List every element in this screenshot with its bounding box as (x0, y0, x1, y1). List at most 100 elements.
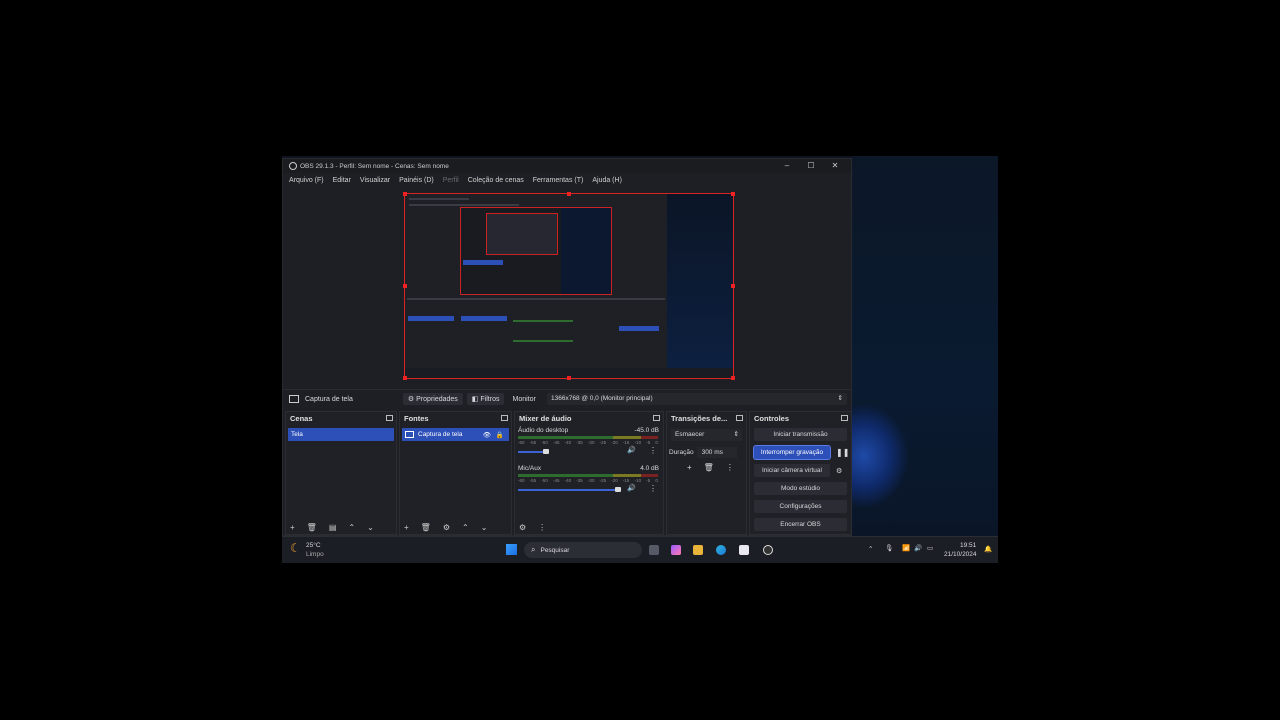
pause-icon[interactable]: ❚❚ (836, 448, 849, 457)
more-icon[interactable]: ⋮ (726, 463, 734, 472)
duration-value: 300 ms (701, 449, 723, 456)
volume-slider[interactable] (518, 451, 546, 453)
move-up-icon[interactable]: ⌃ (348, 523, 355, 532)
speaker-icon[interactable]: 🔊 (627, 484, 636, 492)
notification-icon[interactable]: 🔔 (984, 545, 992, 553)
obs-window: OBS 29.1.3 - Perfil: Sem nome - Cenas: S… (282, 158, 852, 536)
move-up-icon[interactable]: ⌃ (462, 523, 469, 532)
advanced-audio-icon[interactable]: ⚙ (519, 523, 526, 532)
store-icon[interactable] (739, 545, 749, 555)
properties-icon[interactable]: ▤ (329, 523, 337, 532)
resize-handle[interactable] (567, 192, 571, 196)
clock-date[interactable]: 21/10/2024 (944, 551, 977, 558)
start-icon[interactable] (506, 544, 517, 555)
microphone-icon[interactable]: 🎙 (885, 544, 893, 552)
speaker-icon[interactable]: 🔊 (627, 446, 636, 454)
transition-type: Esmaecer (675, 431, 705, 438)
resize-handle[interactable] (731, 192, 735, 196)
preview-area (283, 189, 851, 383)
source-selected: Captura de tela (289, 395, 353, 403)
move-down-icon[interactable]: ⌄ (481, 523, 488, 532)
properties-button[interactable]: ⚙ Propriedades (402, 393, 463, 405)
transition-select[interactable]: Esmaecer ⇕ (671, 429, 742, 441)
scene-tools: + 🗑 ▤ ⌃ ⌄ (290, 523, 386, 532)
start-streaming-button[interactable]: Iniciar transmissão (754, 428, 847, 441)
undock-icon[interactable] (501, 415, 508, 421)
volume-icon[interactable]: 🔊 (914, 544, 922, 552)
resize-handle[interactable] (403, 284, 407, 288)
window-title: OBS 29.1.3 - Perfil: Sem nome - Cenas: S… (300, 162, 449, 170)
exit-button[interactable]: Encerrar OBS (754, 518, 847, 531)
volume-slider-handle[interactable] (543, 449, 549, 454)
channel-name: Áudio do desktop (518, 427, 569, 434)
add-icon[interactable]: + (687, 463, 692, 472)
copilot-icon[interactable] (671, 545, 681, 555)
resize-handle[interactable] (731, 284, 735, 288)
mini-source (461, 316, 507, 321)
undock-icon[interactable] (841, 415, 848, 421)
menu-colecao-cenas[interactable]: Coleção de cenas (468, 177, 524, 184)
weather-temp[interactable]: 25°C (306, 542, 321, 549)
more-icon[interactable]: ⋮ (538, 523, 546, 532)
clock-time[interactable]: 19:51 (960, 542, 976, 549)
eye-icon[interactable]: 👁 (483, 431, 491, 439)
search-icon: ⌕ (531, 545, 536, 554)
add-icon[interactable]: + (404, 523, 409, 532)
monitor-select[interactable]: 1366x768 @ 0,0 (Monitor principal) ⇕ (547, 393, 847, 405)
resize-handle[interactable] (403, 192, 407, 196)
title-bar: OBS 29.1.3 - Perfil: Sem nome - Cenas: S… (283, 159, 851, 173)
more-icon[interactable]: ⋮ (649, 446, 657, 455)
menu-editar[interactable]: Editar (333, 177, 351, 184)
undock-icon[interactable] (736, 415, 743, 421)
search-box[interactable]: ⌕ Pesquisar (524, 542, 642, 558)
undock-icon[interactable] (386, 415, 393, 421)
menu-arquivo[interactable]: Arquivo (F) (289, 177, 324, 184)
close-button[interactable]: ✕ (823, 159, 847, 173)
add-icon[interactable]: + (290, 523, 295, 532)
resize-handle[interactable] (403, 376, 407, 380)
lock-icon[interactable]: 🔒 (496, 431, 504, 439)
menu-ferramentas[interactable]: Ferramentas (T) (533, 177, 584, 184)
stop-recording-button[interactable]: Interromper gravação (753, 445, 831, 460)
start-virtual-camera-button[interactable]: Iniciar câmera virtual (754, 464, 830, 477)
battery-icon[interactable]: ▭ (927, 544, 933, 552)
edge-icon[interactable] (716, 545, 726, 555)
scene-item[interactable]: Tela (288, 428, 394, 441)
obs-taskbar-icon[interactable] (763, 545, 773, 555)
trash-icon[interactable]: 🗑 (421, 523, 431, 532)
gear-icon[interactable]: ⚙ (836, 467, 842, 475)
settings-button[interactable]: Configurações (754, 500, 847, 513)
dock-header: Transições de... (667, 412, 746, 425)
scene-label: Tela (291, 431, 303, 438)
mini-nested-preview-2 (486, 213, 558, 255)
wifi-icon[interactable]: 📶 (902, 544, 910, 552)
volume-slider[interactable] (518, 489, 618, 491)
task-view-icon[interactable] (649, 545, 659, 555)
resize-handle[interactable] (731, 376, 735, 380)
menu-perfil[interactable]: Perfil (443, 177, 459, 184)
menu-paineis[interactable]: Painéis (D) (399, 177, 434, 184)
move-down-icon[interactable]: ⌄ (367, 523, 374, 532)
menu-visualizar[interactable]: Visualizar (360, 177, 390, 184)
trash-icon[interactable]: 🗑 (307, 523, 317, 532)
minimize-button[interactable]: – (775, 159, 799, 173)
duration-row: Duração 300 ms (669, 447, 746, 458)
volume-slider-handle[interactable] (615, 487, 621, 492)
mini-record-btn (619, 326, 659, 331)
filters-button[interactable]: ◧ Filtros (466, 393, 505, 405)
duration-spinbox[interactable]: 300 ms (696, 447, 737, 458)
mini-meter-2 (513, 340, 573, 342)
gear-icon[interactable]: ⚙ (443, 523, 450, 532)
maximize-button[interactable]: ☐ (799, 159, 823, 173)
menu-ajuda[interactable]: Ajuda (H) (592, 177, 622, 184)
studio-mode-button[interactable]: Modo estúdio (754, 482, 847, 495)
more-icon[interactable]: ⋮ (649, 484, 657, 493)
weather-icon[interactable]: ☾ (290, 541, 301, 555)
trash-icon[interactable]: 🗑 (704, 463, 714, 472)
undock-icon[interactable] (653, 415, 660, 421)
preview-canvas[interactable] (403, 192, 735, 380)
resize-handle[interactable] (567, 376, 571, 380)
chevron-up-icon[interactable]: ⌃ (868, 545, 873, 553)
file-explorer-icon[interactable] (693, 545, 703, 555)
source-item[interactable]: Captura de tela 👁 🔒 (402, 428, 509, 441)
